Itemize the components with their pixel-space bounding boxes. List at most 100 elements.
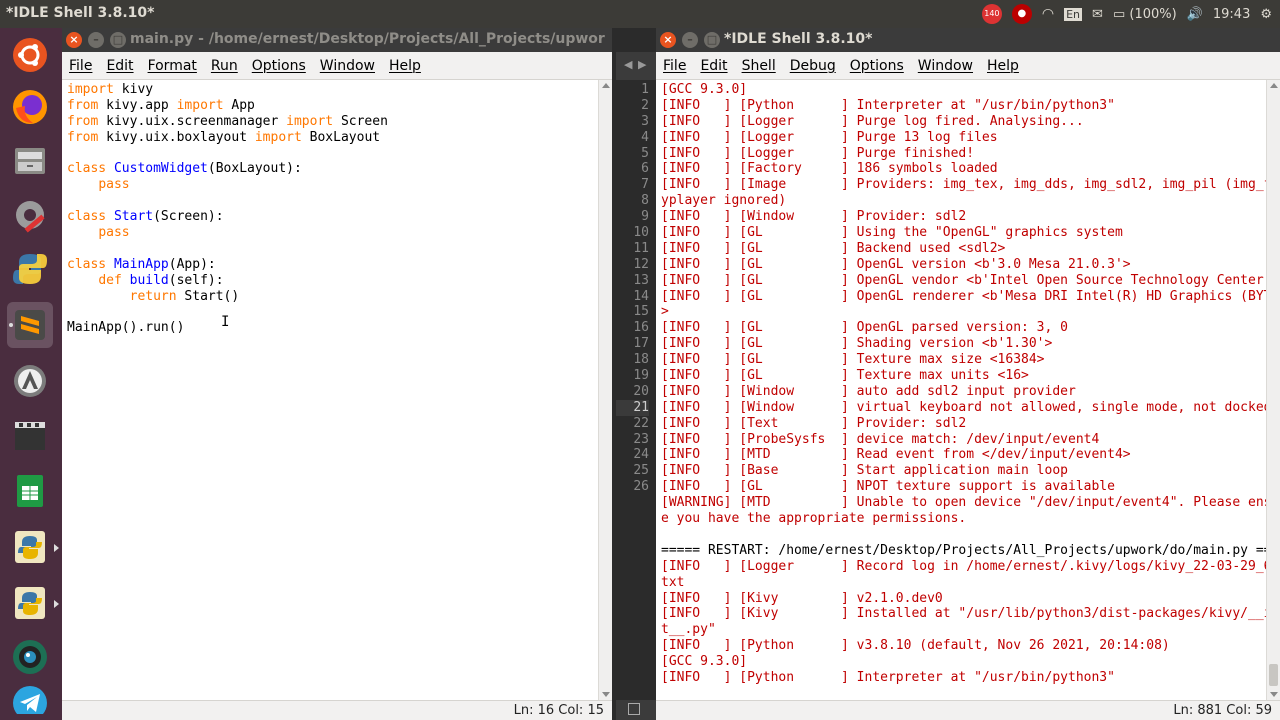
layout-icon[interactable] bbox=[628, 703, 640, 715]
shell-line: [INFO ] [Python ] Interpreter at "/usr/b… bbox=[661, 669, 1115, 685]
clock[interactable]: 19:43 bbox=[1213, 7, 1250, 22]
notification-count: 140 bbox=[984, 9, 1000, 18]
maximize-button[interactable]: □ bbox=[704, 32, 720, 48]
close-button[interactable]: × bbox=[660, 32, 676, 48]
battery-indicator[interactable]: ▭ (100%) bbox=[1113, 7, 1177, 22]
maximize-button[interactable]: □ bbox=[110, 32, 126, 48]
running-indicator bbox=[9, 323, 13, 327]
code-line: from kivy.uix.boxlayout import BoxLayout bbox=[67, 130, 388, 146]
code-keyword: from bbox=[67, 129, 99, 145]
menu-help[interactable]: Help bbox=[980, 58, 1026, 74]
line-number: 26 bbox=[633, 479, 649, 495]
scroll-down-icon[interactable] bbox=[1270, 692, 1278, 697]
line-number: 3 bbox=[641, 113, 649, 129]
idle-python-icon-2[interactable] bbox=[7, 580, 59, 626]
shell-output[interactable]: [GCC 9.3.0] [INFO ] [Python ] Interpreter… bbox=[661, 82, 1280, 686]
shell-line: [INFO ] [Logger ] Record log in /home/er… bbox=[661, 558, 1280, 574]
menu-edit[interactable]: Edit bbox=[99, 58, 140, 74]
shell-titlebar[interactable]: × – □ *IDLE Shell 3.8.10* bbox=[656, 28, 1280, 52]
shell-line: [INFO ] [GL ] OpenGL vendor <b'Intel Ope… bbox=[661, 272, 1280, 288]
shell-scrollbar[interactable] bbox=[1266, 80, 1280, 700]
menu-edit[interactable]: Edit bbox=[693, 58, 734, 74]
shell-line: [INFO ] [GL ] OpenGL renderer <b'Mesa DR… bbox=[661, 288, 1280, 304]
editor-scrollbar[interactable] bbox=[598, 80, 612, 700]
shell-line: [INFO ] [GL ] Using the "OpenGL" graphic… bbox=[661, 225, 1123, 241]
shell-line: [GCC 9.3.0] bbox=[661, 654, 748, 670]
scroll-thumb[interactable] bbox=[1269, 664, 1278, 686]
scroll-up-icon[interactable] bbox=[602, 83, 610, 88]
menu-debug[interactable]: Debug bbox=[783, 58, 843, 74]
editor-title: main.py - /home/ernest/Desktop/Projects/… bbox=[130, 31, 606, 47]
code-text: Screen bbox=[333, 113, 388, 129]
shell-window: × – □ *IDLE Shell 3.8.10* File Edit Shel… bbox=[656, 28, 1280, 720]
code-line: def build(self): bbox=[67, 273, 388, 289]
menu-window[interactable]: Window bbox=[911, 58, 980, 74]
keyboard-layout-indicator[interactable]: En bbox=[1064, 7, 1083, 21]
menu-file[interactable]: File bbox=[62, 58, 99, 74]
editor-window: × – □ main.py - /home/ernest/Desktop/Pro… bbox=[62, 28, 612, 720]
code-line: from kivy.app import App bbox=[67, 98, 388, 114]
shell-line: [INFO ] [Image ] Providers: img_tex, img… bbox=[661, 177, 1280, 193]
firefox-icon[interactable] bbox=[7, 84, 53, 130]
line-number: 18 bbox=[633, 352, 649, 368]
menu-window[interactable]: Window bbox=[313, 58, 382, 74]
code-line: class MainApp(App): bbox=[67, 257, 388, 273]
telegram-icon[interactable] bbox=[7, 684, 53, 714]
menu-help[interactable]: Help bbox=[382, 58, 428, 74]
record-icon[interactable]: ● bbox=[1011, 4, 1032, 24]
line-number: 16 bbox=[633, 320, 649, 336]
files-icon[interactable] bbox=[7, 138, 53, 184]
shell-line: [INFO ] [Kivy ] v2.1.0.dev0 bbox=[661, 590, 943, 606]
menu-options[interactable]: Options bbox=[245, 58, 313, 74]
line-number: 1 bbox=[641, 82, 649, 97]
menu-format[interactable]: Format bbox=[141, 58, 204, 74]
menu-file[interactable]: File bbox=[656, 58, 693, 74]
text-cursor-icon: I bbox=[221, 314, 230, 330]
shell-line: [GCC 9.3.0] bbox=[661, 82, 748, 97]
minimize-button[interactable]: – bbox=[682, 32, 698, 48]
nav-right-icon[interactable]: ▶ bbox=[638, 58, 646, 71]
sublime-text-icon[interactable] bbox=[7, 302, 53, 348]
minimize-button[interactable]: – bbox=[88, 32, 104, 48]
editor-titlebar[interactable]: × – □ main.py - /home/ernest/Desktop/Pro… bbox=[62, 28, 612, 52]
close-button[interactable]: × bbox=[66, 32, 82, 48]
code-editor[interactable]: import kivy from kivy.app import App from … bbox=[67, 82, 388, 336]
scroll-down-icon[interactable] bbox=[602, 692, 610, 697]
shell-line: [INFO ] [GL ] Texture max units <16> bbox=[661, 368, 1029, 384]
code-line: import kivy bbox=[67, 82, 388, 98]
wifi-icon[interactable]: ◠ bbox=[1042, 6, 1054, 22]
volume-icon[interactable]: 🔊 bbox=[1187, 7, 1203, 22]
mail-icon[interactable]: ✉ bbox=[1092, 7, 1103, 22]
gear-icon[interactable]: ⚙ bbox=[1260, 7, 1272, 22]
shell-title: *IDLE Shell 3.8.10* bbox=[724, 31, 873, 47]
shell-line: [INFO ] [Window ] virtual keyboard not a… bbox=[661, 399, 1272, 415]
settings-icon[interactable] bbox=[7, 192, 53, 238]
code-definition: MainApp bbox=[113, 256, 169, 272]
menu-shell[interactable]: Shell bbox=[735, 58, 783, 74]
shell-line: [INFO ] [Python ] v3.8.10 (default, Nov … bbox=[661, 638, 1170, 654]
spreadsheet-icon[interactable] bbox=[7, 468, 53, 514]
scroll-up-icon[interactable] bbox=[1270, 83, 1278, 88]
menu-options[interactable]: Options bbox=[843, 58, 911, 74]
ubuntu-dash-icon[interactable] bbox=[7, 32, 53, 78]
nav-left-icon[interactable]: ◀ bbox=[624, 58, 632, 71]
menu-run[interactable]: Run bbox=[204, 58, 245, 74]
gutter-statusbar bbox=[616, 700, 656, 720]
code-text: kivy.uix.boxlayout bbox=[98, 129, 255, 145]
code-text: MainApp().run() bbox=[67, 320, 185, 336]
line-number: 4 bbox=[641, 129, 649, 145]
code-definition: build bbox=[129, 272, 169, 288]
notification-icon[interactable]: 140 bbox=[981, 4, 1002, 24]
python-icon[interactable] bbox=[7, 246, 53, 292]
shell-line: [INFO ] [Text ] Provider: sdl2 bbox=[661, 415, 967, 431]
idle-python-icon[interactable] bbox=[7, 524, 59, 570]
shell-line: txt bbox=[661, 574, 685, 590]
restart-line: ===== RESTART: /home/ernest/Desktop/Proj… bbox=[661, 542, 1280, 558]
shell-line: [INFO ] [Kivy ] Installed at "/usr/lib/p… bbox=[661, 606, 1280, 622]
active-window-title: *IDLE Shell 3.8.10* bbox=[6, 5, 155, 21]
software-updater-icon[interactable] bbox=[7, 358, 53, 404]
video-editor-icon[interactable] bbox=[7, 412, 53, 458]
line-number: 21 bbox=[616, 399, 649, 416]
webcam-icon[interactable] bbox=[7, 634, 53, 680]
